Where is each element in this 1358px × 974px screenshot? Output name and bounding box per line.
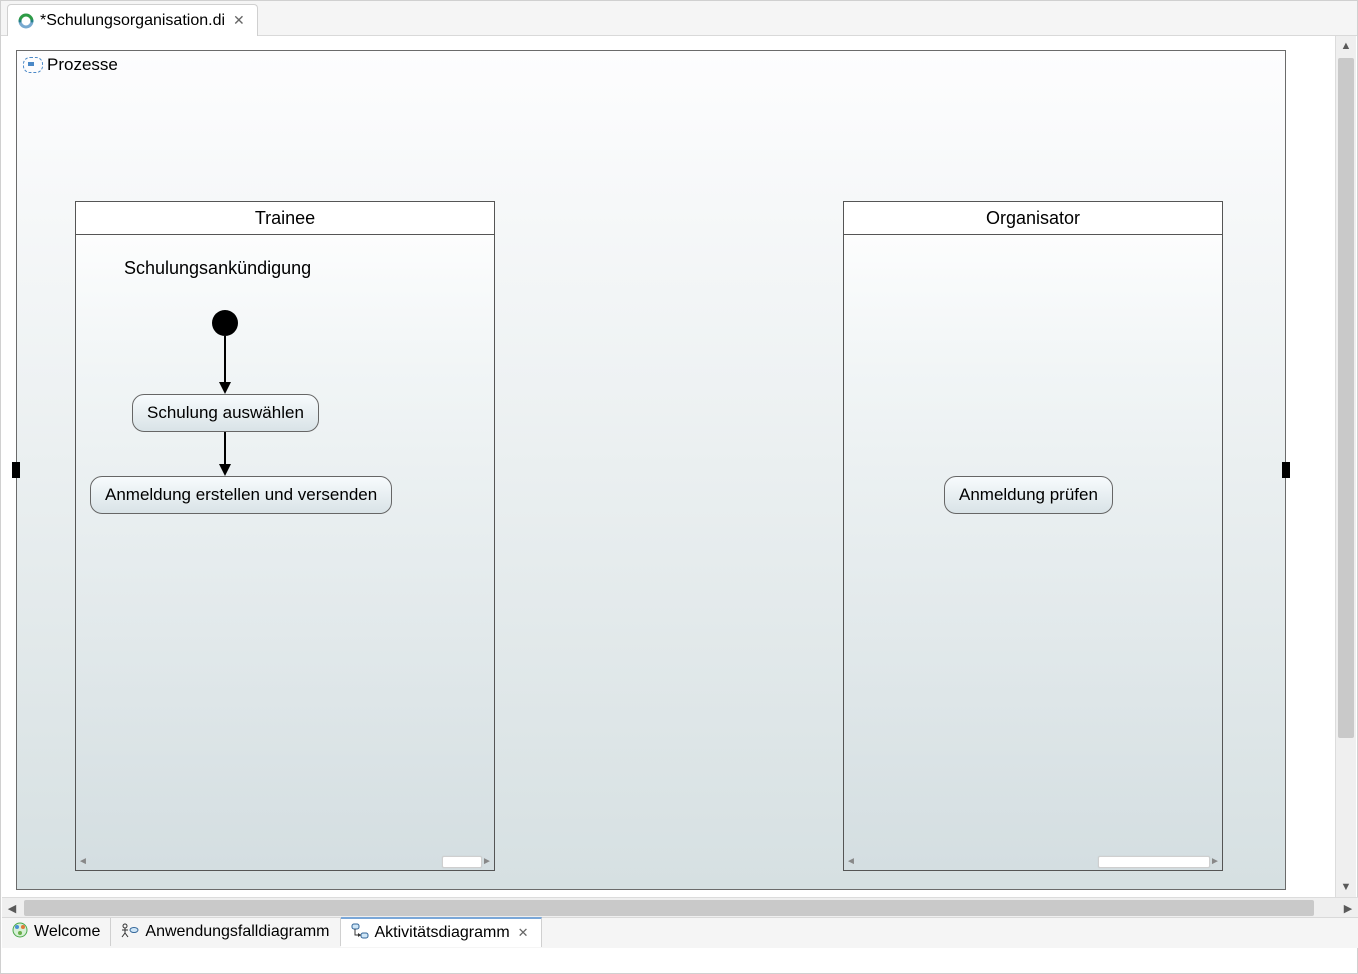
selection-handle-left[interactable] bbox=[12, 462, 20, 478]
tab-welcome-label: Welcome bbox=[34, 923, 100, 941]
editor-tab-bar: *Schulungsorganisation.di ✕ bbox=[1, 1, 1357, 36]
diagram-tab-bar: Welcome Anwendungsfalldiagramm bbox=[2, 917, 1358, 948]
activity-frame-title: Prozesse bbox=[23, 55, 118, 75]
tab-aktivitaetsdiagramm[interactable]: Aktivitätsdiagramm ✕ bbox=[341, 917, 542, 947]
papyrus-file-icon bbox=[18, 13, 34, 29]
selection-handle-right[interactable] bbox=[1282, 462, 1290, 478]
activity-icon bbox=[23, 57, 43, 73]
partition-trainee-title: Trainee bbox=[255, 208, 315, 229]
welcome-icon bbox=[12, 922, 28, 943]
scroll-left-icon[interactable]: ◄ bbox=[846, 855, 856, 867]
file-tab-label: *Schulungsorganisation.di bbox=[40, 12, 225, 30]
partition-trainee[interactable]: Trainee Schulungsankündigung Schulung au… bbox=[75, 201, 495, 871]
partition-trainee-hscroll[interactable]: ◄ ► bbox=[78, 854, 492, 868]
editor-area: *Schulungsorganisation.di ✕ Prozesse Tra… bbox=[0, 0, 1358, 974]
scroll-right-icon[interactable]: ► bbox=[482, 855, 492, 867]
scroll-down-icon[interactable]: ▼ bbox=[1336, 877, 1356, 897]
scroll-right-icon[interactable]: ► bbox=[1210, 855, 1220, 867]
scroll-track[interactable] bbox=[856, 856, 1210, 866]
tab-welcome[interactable]: Welcome bbox=[2, 918, 111, 946]
usecase-diagram-icon bbox=[121, 922, 139, 943]
activity-frame-prozesse[interactable]: Prozesse Trainee Schulungsankündigung Sc… bbox=[16, 50, 1286, 890]
signal-event-text: Schulungsankündigung bbox=[124, 258, 311, 278]
action-anmeldung-erstellen-label: Anmeldung erstellen und versenden bbox=[105, 485, 377, 504]
action-anmeldung-pruefen[interactable]: Anmeldung prüfen bbox=[944, 476, 1113, 514]
partition-organisator-hscroll[interactable]: ◄ ► bbox=[846, 854, 1220, 868]
signal-event-label[interactable]: Schulungsankündigung bbox=[124, 258, 311, 279]
tab-usecase-label: Anwendungsfalldiagramm bbox=[145, 923, 329, 941]
initial-node[interactable] bbox=[212, 310, 238, 336]
canvas-vertical-scrollbar[interactable]: ▲ ▼ bbox=[1335, 36, 1356, 897]
close-file-tab-button[interactable]: ✕ bbox=[231, 12, 247, 29]
close-diagram-tab-button[interactable]: ✕ bbox=[516, 925, 531, 941]
hscroll-thumb[interactable] bbox=[24, 900, 1314, 916]
vscroll-thumb[interactable] bbox=[1338, 58, 1354, 738]
scroll-up-icon[interactable]: ▲ bbox=[1336, 36, 1356, 56]
control-flow-1[interactable] bbox=[224, 336, 226, 384]
scroll-right-icon[interactable]: ▶ bbox=[1338, 898, 1358, 918]
tab-activity-label: Aktivitätsdiagramm bbox=[375, 924, 510, 942]
tab-anwendungsfalldiagramm[interactable]: Anwendungsfalldiagramm bbox=[111, 918, 340, 946]
scroll-thumb[interactable] bbox=[1098, 856, 1210, 868]
scroll-left-icon[interactable]: ◄ bbox=[78, 855, 88, 867]
control-flow-1-arrowhead bbox=[219, 382, 231, 394]
activity-diagram-icon bbox=[351, 923, 369, 944]
scroll-thumb[interactable] bbox=[442, 856, 482, 868]
partition-trainee-header[interactable]: Trainee bbox=[76, 202, 494, 235]
control-flow-2[interactable] bbox=[224, 432, 226, 466]
file-tab-schulungsorganisation[interactable]: *Schulungsorganisation.di ✕ bbox=[7, 4, 258, 36]
scroll-track[interactable] bbox=[88, 856, 482, 866]
action-anmeldung-erstellen[interactable]: Anmeldung erstellen und versenden bbox=[90, 476, 392, 514]
partition-organisator-title: Organisator bbox=[986, 208, 1080, 229]
scroll-left-icon[interactable]: ◀ bbox=[2, 898, 22, 918]
partition-organisator[interactable]: Organisator Anmeldung prüfen ◄ ► bbox=[843, 201, 1223, 871]
canvas-horizontal-scrollbar[interactable]: ◀ ▶ bbox=[2, 897, 1358, 918]
action-schulung-auswaehlen-label: Schulung auswählen bbox=[147, 403, 304, 422]
action-anmeldung-pruefen-label: Anmeldung prüfen bbox=[959, 485, 1098, 504]
action-schulung-auswaehlen[interactable]: Schulung auswählen bbox=[132, 394, 319, 432]
partition-organisator-header[interactable]: Organisator bbox=[844, 202, 1222, 235]
diagram-canvas[interactable]: Prozesse Trainee Schulungsankündigung Sc… bbox=[2, 36, 1338, 897]
activity-frame-label: Prozesse bbox=[47, 55, 118, 75]
control-flow-2-arrowhead bbox=[219, 464, 231, 476]
